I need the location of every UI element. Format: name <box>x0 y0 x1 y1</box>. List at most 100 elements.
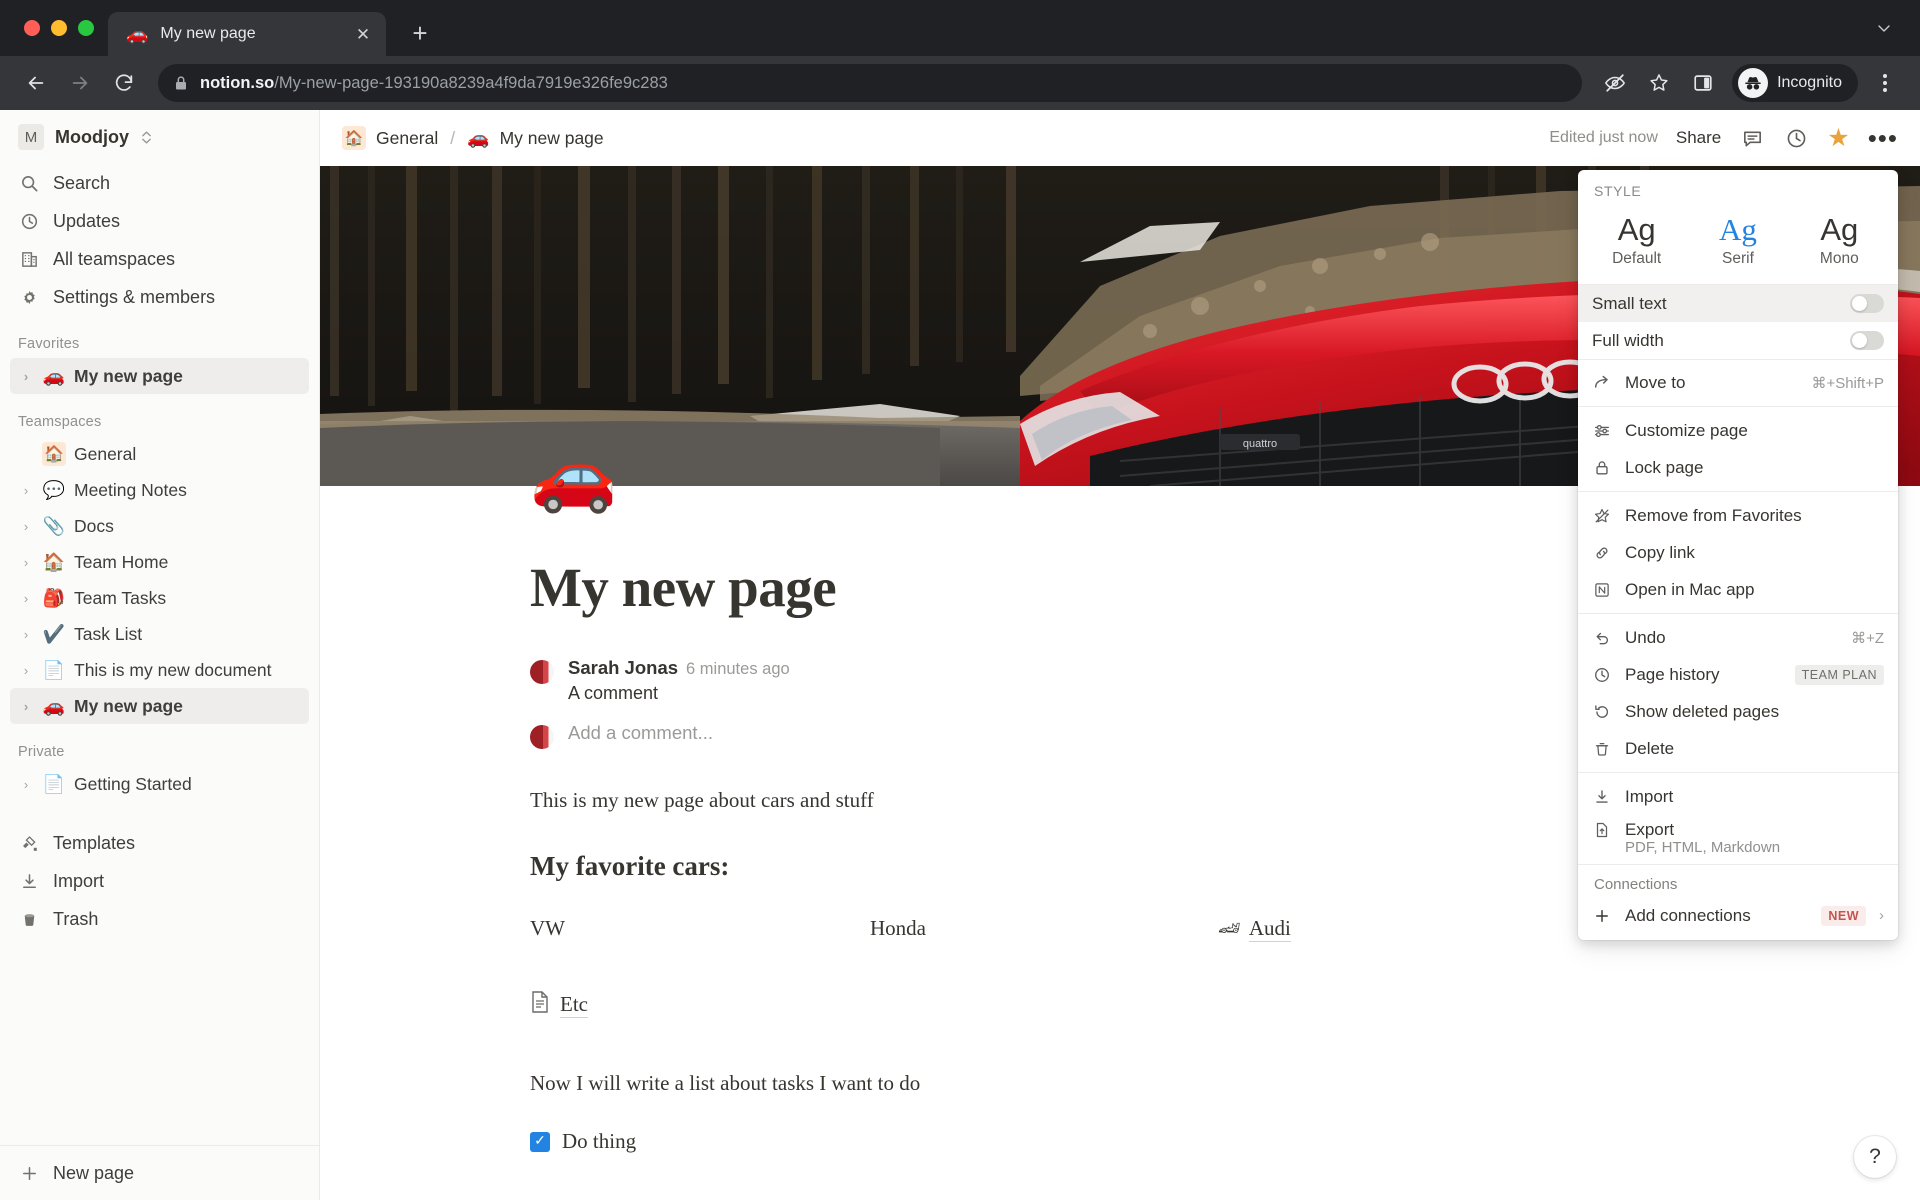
sidebar-page-task-list[interactable]: › ✔️ Task List <box>10 616 309 652</box>
menu-item-customize-page[interactable]: Customize page <box>1578 412 1898 449</box>
new-tab-button[interactable]: + <box>400 13 440 53</box>
tasks-intro[interactable]: Now I will write a list about tasks I wa… <box>530 1068 1920 1100</box>
style-option-serif[interactable]: Ag Serif <box>1687 209 1788 270</box>
etc-label[interactable]: Etc <box>560 992 588 1018</box>
menu-item-remove-from-favorites[interactable]: Remove from Favorites <box>1578 497 1898 534</box>
forward-button[interactable] <box>60 63 100 103</box>
sidebar-item-trash[interactable]: Trash <box>10 900 309 938</box>
menu-item-import[interactable]: Import <box>1578 778 1898 815</box>
sidebar-item-settings[interactable]: Settings & members <box>10 278 309 316</box>
bookmark-star-icon[interactable] <box>1640 64 1678 102</box>
breadcrumb-parent[interactable]: General <box>376 128 438 149</box>
sidebar-item-updates[interactable]: Updates <box>10 202 309 240</box>
menu-section-connections: Connections <box>1594 876 1678 894</box>
sidebar-item-search[interactable]: Search <box>10 164 309 202</box>
sidebar-page-my-new-page-fav[interactable]: › 🚗 My new page <box>10 358 309 394</box>
column-label[interactable]: Audi <box>1248 916 1291 942</box>
style-option-mono[interactable]: Ag Mono <box>1789 209 1890 270</box>
divider <box>1578 406 1898 408</box>
workspace-switcher[interactable]: M Moodjoy <box>0 110 319 160</box>
sidebar-page-general[interactable]: 🏠 General <box>10 436 309 472</box>
menu-toggle-full-width[interactable]: Full width <box>1578 322 1898 359</box>
menu-item-show-deleted-pages[interactable]: Show deleted pages <box>1578 693 1898 730</box>
sidebar-page-meeting-notes[interactable]: › 💬 Meeting Notes <box>10 472 309 508</box>
export-formats: PDF, HTML, Markdown <box>1625 839 1781 857</box>
menu-item-add-connections[interactable]: Add connections NEW › <box>1578 897 1898 934</box>
eye-off-icon[interactable] <box>1596 64 1634 102</box>
sliders-icon <box>1592 422 1612 440</box>
add-comment-input[interactable]: Add a comment... <box>568 722 713 744</box>
sidebar-page-team-tasks[interactable]: › 🎒 Team Tasks <box>10 580 309 616</box>
history-icon[interactable] <box>1783 125 1809 151</box>
menu-item-undo[interactable]: Undo ⌘+Z <box>1578 619 1898 656</box>
breadcrumb-page[interactable]: My new page <box>500 128 604 149</box>
new-page-button[interactable]: New page <box>10 1154 309 1192</box>
address-bar[interactable]: notion.so/My-new-page-193190a8239a4f9da7… <box>158 64 1583 102</box>
sidebar-footer: New page <box>0 1145 319 1200</box>
profile-incognito-button[interactable]: Incognito <box>1732 64 1858 102</box>
sidebar-page-docs[interactable]: › 📎 Docs <box>10 508 309 544</box>
browser-tab[interactable]: 🚗 My new page ✕ <box>108 12 386 56</box>
sidebar-item-label: Import <box>53 870 105 891</box>
breadcrumb-page-emoji-icon: 🚗 <box>467 127 490 148</box>
sidebar-item-templates[interactable]: Templates <box>10 824 309 862</box>
main-panel: quattro 🏠 General / 🚗 My new page Edited… <box>320 110 1920 1200</box>
menu-item-delete[interactable]: Delete <box>1578 730 1898 767</box>
chevron-right-icon[interactable]: › <box>18 483 34 498</box>
chevron-right-icon[interactable]: › <box>18 699 34 714</box>
chevron-right-icon[interactable]: › <box>18 627 34 642</box>
restore-icon <box>1592 703 1612 721</box>
favorite-star-icon[interactable]: ★ <box>1827 125 1849 151</box>
menu-item-label: Show deleted pages <box>1625 701 1780 721</box>
menu-toggle-small-text[interactable]: Small text <box>1578 285 1898 323</box>
menu-item-lock-page[interactable]: Lock page <box>1578 449 1898 486</box>
page-link-etc[interactable]: Etc <box>530 990 1920 1020</box>
browser-menu-button[interactable] <box>1866 64 1904 102</box>
checkbox-checked-icon[interactable]: ✓ <box>530 1131 550 1152</box>
reload-button[interactable] <box>104 63 144 103</box>
more-options-button[interactable]: ••• <box>1868 125 1898 151</box>
sidebar-item-import[interactable]: Import <box>10 862 309 900</box>
column-vw[interactable]: VW <box>530 916 870 942</box>
sidebar-page-this-is-my-new-document[interactable]: › 📄 This is my new document <box>10 652 309 688</box>
menu-item-copy-link[interactable]: Copy link <box>1578 534 1898 571</box>
new-badge: NEW <box>1821 905 1866 926</box>
menu-item-open-in-mac-app[interactable]: Open in Mac app <box>1578 571 1898 608</box>
sidebar-bottom-links: Templates Import Trash <box>0 816 319 938</box>
menu-item-label: Undo <box>1625 627 1666 647</box>
back-button[interactable] <box>16 63 56 103</box>
chevron-right-icon[interactable]: › <box>18 663 34 678</box>
sidebar-item-all-teamspaces[interactable]: All teamspaces <box>10 240 309 278</box>
chevron-right-icon[interactable]: › <box>1879 907 1884 924</box>
full-width-toggle[interactable] <box>1850 331 1884 351</box>
comment-icon[interactable] <box>1739 125 1765 151</box>
sidebar-page-getting-started[interactable]: › 📄 Getting Started <box>10 766 309 802</box>
column-audi[interactable]: 🏎 Audi <box>1218 916 1291 942</box>
menu-item-move-to[interactable]: Move to ⌘+Shift+P <box>1578 364 1898 401</box>
sidebar-item-label: Settings & members <box>53 286 216 307</box>
chevron-right-icon[interactable]: › <box>18 369 34 384</box>
help-button[interactable]: ? <box>1854 1136 1896 1178</box>
minimize-window-button[interactable] <box>51 20 67 36</box>
divider <box>1578 491 1898 493</box>
style-option-default[interactable]: Ag Default <box>1586 209 1687 270</box>
share-button[interactable]: Share <box>1676 128 1721 148</box>
todo-item[interactable]: ✓ Do thing <box>530 1129 1920 1154</box>
sidebar-page-team-home[interactable]: › 🏠 Team Home <box>10 544 309 580</box>
small-text-toggle[interactable] <box>1850 294 1884 314</box>
side-panel-icon[interactable] <box>1684 64 1722 102</box>
chevron-right-icon[interactable]: › <box>18 555 34 570</box>
menu-item-page-history[interactable]: Page history TEAM PLAN <box>1578 656 1898 693</box>
menu-item-label: Open in Mac app <box>1625 579 1755 599</box>
chevron-right-icon[interactable]: › <box>18 591 34 606</box>
chevron-down-icon[interactable] <box>1866 10 1902 46</box>
chevron-right-icon[interactable]: › <box>18 777 34 792</box>
column-honda[interactable]: Honda <box>870 916 1218 942</box>
sidebar-section-private: Private <box>18 744 65 760</box>
clock-icon <box>1592 666 1612 684</box>
maximize-window-button[interactable] <box>78 20 94 36</box>
close-tab-button[interactable]: ✕ <box>350 21 376 47</box>
chevron-right-icon[interactable]: › <box>18 519 34 534</box>
close-window-button[interactable] <box>24 20 40 36</box>
sidebar-page-my-new-page[interactable]: › 🚗 My new page <box>10 688 309 724</box>
